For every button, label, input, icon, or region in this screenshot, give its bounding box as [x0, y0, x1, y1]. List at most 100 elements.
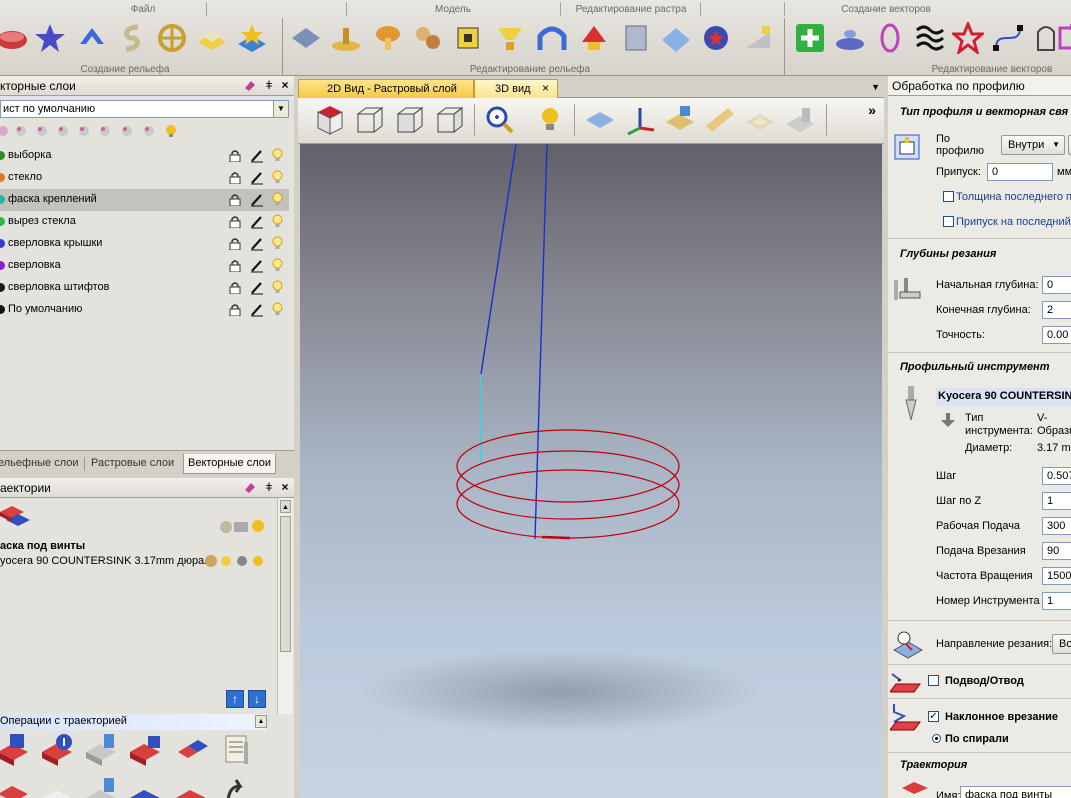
ramp-checkbox[interactable]: ✓ — [928, 711, 939, 722]
lock-icon[interactable] — [229, 149, 241, 162]
raster-hat-icon[interactable] — [578, 22, 610, 54]
plunge-input[interactable]: 90 — [1042, 542, 1071, 560]
toolpath-save-icon[interactable] — [0, 732, 32, 768]
toolpath-name[interactable]: аска под винты — [0, 540, 85, 552]
tool-name-box[interactable]: Kyocera 90 COUNTERSIN — [936, 388, 1071, 406]
bulb-icon[interactable] — [272, 170, 283, 185]
relief-layers-icon[interactable] — [196, 22, 228, 54]
relief-sweep-icon[interactable] — [116, 22, 148, 54]
pen-icon[interactable] — [250, 148, 264, 163]
layer-row[interactable]: выборка — [0, 145, 289, 167]
light-bulb-icon[interactable] — [534, 104, 566, 136]
relief-plane-icon[interactable] — [290, 22, 322, 54]
left-splitter[interactable] — [294, 76, 298, 798]
scroll-up-icon[interactable]: ▲ — [280, 500, 291, 513]
tab-relief-layers[interactable]: ельефные слои — [0, 454, 79, 474]
pen-icon[interactable] — [250, 280, 264, 295]
lock-icon[interactable] — [229, 171, 241, 184]
spindle-input[interactable]: 15000 — [1042, 567, 1071, 585]
view-front-icon[interactable] — [394, 104, 426, 136]
sheet-select[interactable]: ист по умолчанию ▼ — [0, 100, 289, 118]
vacuum-icon[interactable] — [784, 104, 816, 136]
tab-vector-layers[interactable]: Векторные слои — [183, 454, 276, 474]
pen-icon[interactable] — [250, 214, 264, 229]
bulb-icon[interactable] — [272, 214, 283, 229]
relief-blend-icon[interactable] — [412, 22, 444, 54]
bulb-icon[interactable] — [272, 258, 283, 273]
close-icon[interactable]: × — [278, 480, 292, 494]
layer-tool-4-icon[interactable] — [56, 124, 70, 138]
layer-color-dot[interactable] — [0, 239, 5, 248]
pen-icon[interactable] — [250, 302, 264, 317]
view-iso-icon[interactable] — [314, 104, 346, 136]
allowance-input[interactable]: 0 — [987, 163, 1053, 181]
toolpath-name-input[interactable]: фаска под винты — [960, 786, 1071, 798]
toolbar-more-button[interactable]: » — [868, 102, 876, 118]
zoom-icon[interactable] — [484, 104, 516, 136]
toolpath-calc-icon[interactable] — [128, 732, 164, 768]
toolpath-info-icon[interactable] — [40, 732, 76, 768]
toolpath-op-7-icon[interactable] — [0, 774, 32, 798]
last-thickness-checkbox[interactable] — [943, 191, 954, 202]
layer-color-dot[interactable] — [0, 305, 5, 314]
toolpath-op-12-icon[interactable] — [220, 774, 256, 798]
vector-bezier-icon[interactable] — [992, 22, 1024, 54]
layer-row[interactable]: фаска креплений — [0, 189, 289, 211]
layer-row[interactable]: сверловка — [0, 255, 289, 277]
layer-tool-8-icon[interactable] — [142, 124, 156, 138]
toolpath-op-9-icon[interactable] — [84, 774, 120, 798]
layer-tool-1-icon[interactable] — [0, 124, 10, 138]
tab-2d-view[interactable]: 2D Вид - Растровый слой — [298, 79, 474, 98]
last-allowance-checkbox[interactable] — [943, 216, 954, 227]
layer-row[interactable]: вырез стекла — [0, 211, 289, 233]
pin-icon[interactable]: ǂ — [262, 78, 276, 92]
layer-color-dot[interactable] — [0, 283, 5, 292]
toolpath-list-icon[interactable] — [220, 732, 256, 768]
toolpaths-scrollbar[interactable]: ▲ — [277, 498, 293, 714]
relief-arch-icon[interactable] — [536, 22, 568, 54]
vector-lens-icon[interactable] — [874, 22, 906, 54]
toolpath-op-11-icon[interactable] — [174, 774, 210, 798]
pen-icon[interactable] — [250, 258, 264, 273]
relief-arrow-icon[interactable] — [76, 22, 108, 54]
toolpath-op-10-icon[interactable] — [128, 774, 164, 798]
vector-add-icon[interactable] — [794, 22, 826, 54]
pin-icon[interactable]: ǂ — [262, 480, 276, 494]
toolpath-group-icon[interactable] — [0, 502, 34, 532]
relief-mushroom-icon[interactable] — [372, 22, 404, 54]
lock-icon[interactable] — [229, 281, 241, 294]
raster-star-ball-icon[interactable] — [700, 22, 732, 54]
vector-cone-icon[interactable] — [834, 22, 866, 54]
layer-row[interactable]: стекло — [0, 167, 289, 189]
relief-sculpt-icon[interactable] — [494, 22, 526, 54]
layer-color-dot[interactable] — [0, 151, 5, 160]
bulb-icon[interactable] — [272, 192, 283, 207]
tab-raster-layers[interactable]: Растровые слои — [91, 454, 174, 474]
layer-tool-7-icon[interactable] — [120, 124, 134, 138]
pen-icon[interactable] — [250, 236, 264, 251]
vector-wave-icon[interactable] — [914, 22, 946, 54]
view-plane-icon[interactable] — [584, 104, 616, 136]
close-tab-icon[interactable]: × — [542, 81, 549, 95]
lock-icon[interactable] — [229, 237, 241, 250]
lock-icon[interactable] — [229, 215, 241, 228]
lock-icon[interactable] — [229, 193, 241, 206]
bulb-icon[interactable] — [272, 236, 283, 251]
bulb-icon[interactable] — [272, 302, 283, 317]
toolpath-op-8-icon[interactable] — [40, 774, 76, 798]
view-right-icon[interactable] — [434, 104, 466, 136]
lock-icon[interactable] — [229, 303, 241, 316]
relief-preview-icon[interactable] — [744, 104, 776, 136]
end-depth-input[interactable]: 2 — [1042, 301, 1071, 319]
material-icon[interactable] — [664, 104, 696, 136]
layer-tool-2-icon[interactable] — [14, 124, 28, 138]
toolpath-visibility-icons[interactable] — [218, 518, 268, 536]
spiral-radio[interactable] — [932, 734, 941, 743]
raster-tile-icon[interactable] — [660, 22, 692, 54]
vector-offset-star-icon[interactable] — [952, 22, 984, 54]
tool-number-input[interactable]: 1 — [1042, 592, 1071, 610]
relief-smooth-icon[interactable] — [330, 22, 362, 54]
bulb-icon[interactable] — [164, 124, 178, 138]
view-top-icon[interactable] — [354, 104, 386, 136]
layer-row[interactable]: сверловка штифтов — [0, 277, 289, 299]
